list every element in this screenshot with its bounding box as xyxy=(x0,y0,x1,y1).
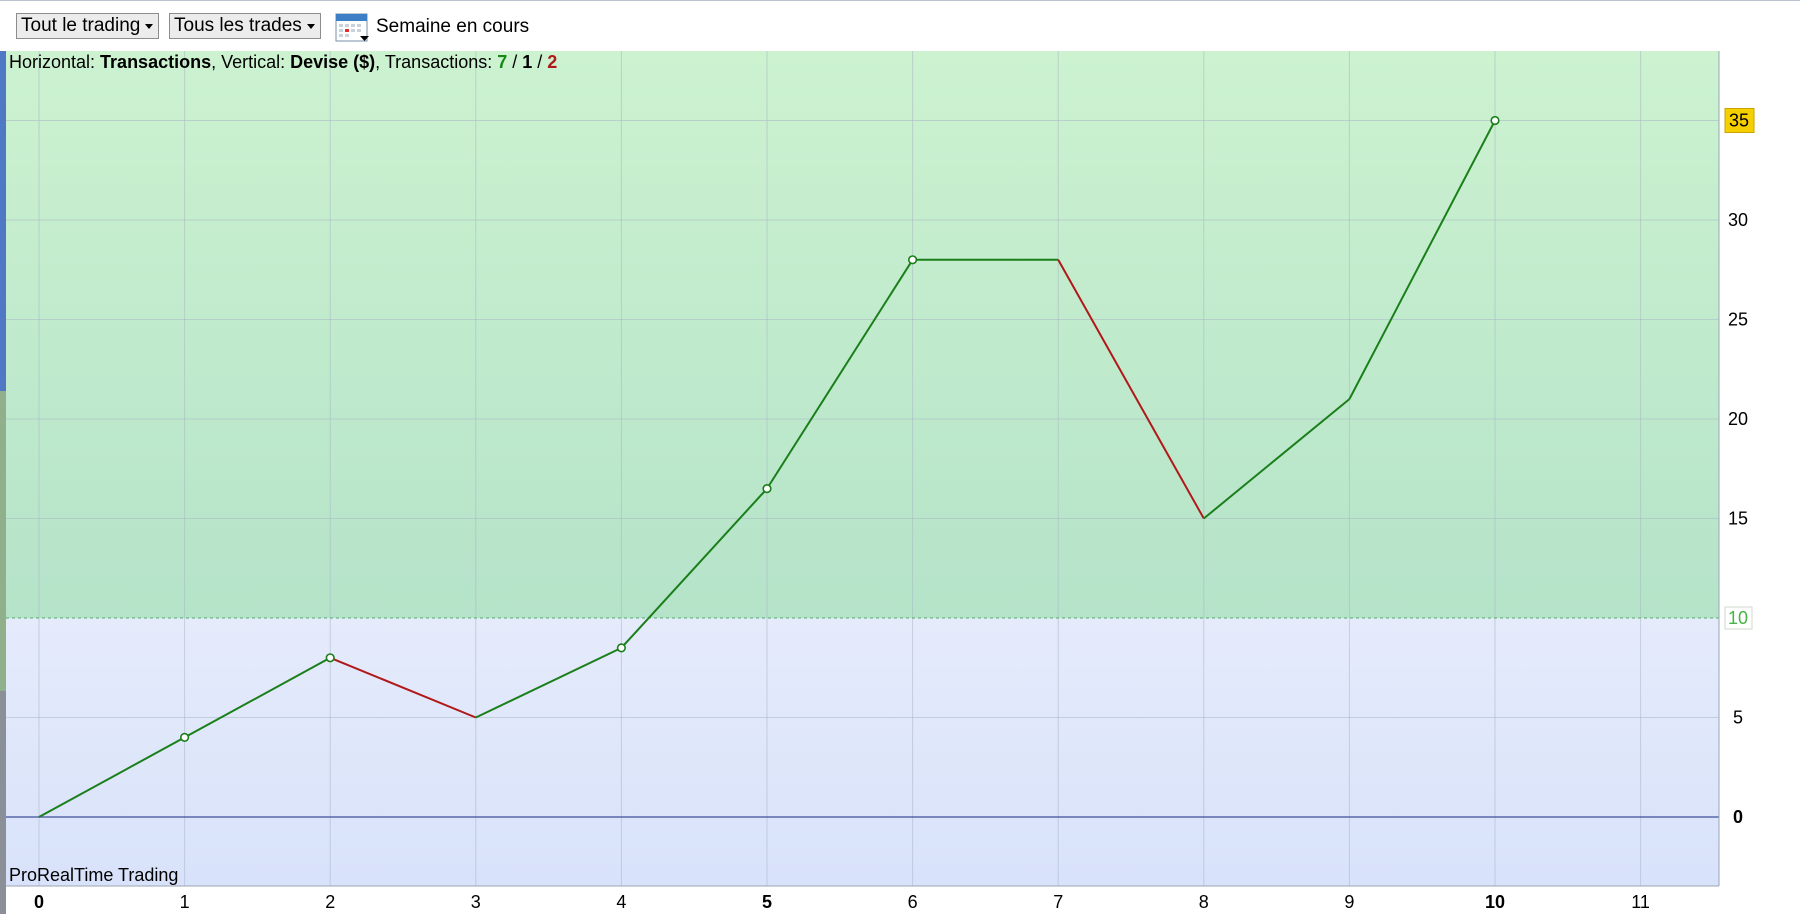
x-axis-labels: 0 1 2 3 4 5 6 7 8 9 10 11 xyxy=(34,892,1650,912)
x-tick-label: 2 xyxy=(325,892,335,912)
chart-header: Horizontal: Transactions, Vertical: Devi… xyxy=(9,52,557,73)
vertical-value: Devise ($) xyxy=(290,52,376,72)
x-tick-label: 5 xyxy=(762,892,772,912)
winning-count: 7 xyxy=(497,52,508,72)
y-tick-label: 20 xyxy=(1728,409,1748,429)
x-tick-label: 7 xyxy=(1053,892,1063,912)
vertical-prefix: , Vertical: xyxy=(211,52,291,72)
x-tick-label: 1 xyxy=(180,892,190,912)
y-axis-labels: 0 5 10 15 20 25 30 35 xyxy=(1724,108,1755,827)
x-tick-label: 4 xyxy=(616,892,626,912)
x-tick-label: 0 xyxy=(34,892,44,912)
trade-marker xyxy=(616,643,627,653)
losing-count: 2 xyxy=(547,52,558,72)
separator: / xyxy=(532,52,548,72)
watermark: ProRealTime Trading xyxy=(9,865,179,885)
profit-zone xyxy=(6,51,1719,618)
y-tick-label: 5 xyxy=(1733,708,1743,728)
last-value-label: 35 xyxy=(1729,111,1749,131)
trade-marker xyxy=(180,732,190,743)
x-tick-label: 3 xyxy=(471,892,481,912)
trade-marker xyxy=(762,484,772,494)
horizontal-value: Transactions xyxy=(100,52,212,72)
equity-chart: 05101520253035 0 1 2 3 4 5 6 7 8 9 10 11 xyxy=(6,51,1755,912)
x-tick-label: 8 xyxy=(1199,892,1209,912)
base-zone xyxy=(6,618,1719,886)
horizontal-prefix: Horizontal: xyxy=(9,52,101,72)
y-tick-label: 0 xyxy=(1733,807,1743,827)
y-tick-label: 15 xyxy=(1728,509,1748,529)
trade-marker xyxy=(907,255,918,265)
trade-marker xyxy=(325,653,335,663)
x-tick-label: 10 xyxy=(1485,892,1505,912)
y-tick-label: 25 xyxy=(1728,310,1748,330)
separator: / xyxy=(507,52,523,72)
y-tick-label: 30 xyxy=(1728,210,1748,230)
neutral-count: 1 xyxy=(522,52,533,72)
x-tick-label: 6 xyxy=(908,892,918,912)
threshold-label: 10 xyxy=(1728,608,1748,628)
x-tick-label: 9 xyxy=(1344,892,1354,912)
x-tick-label: 11 xyxy=(1631,892,1650,912)
transactions-prefix: , Transactions: xyxy=(375,52,498,72)
trade-marker xyxy=(1490,115,1500,126)
